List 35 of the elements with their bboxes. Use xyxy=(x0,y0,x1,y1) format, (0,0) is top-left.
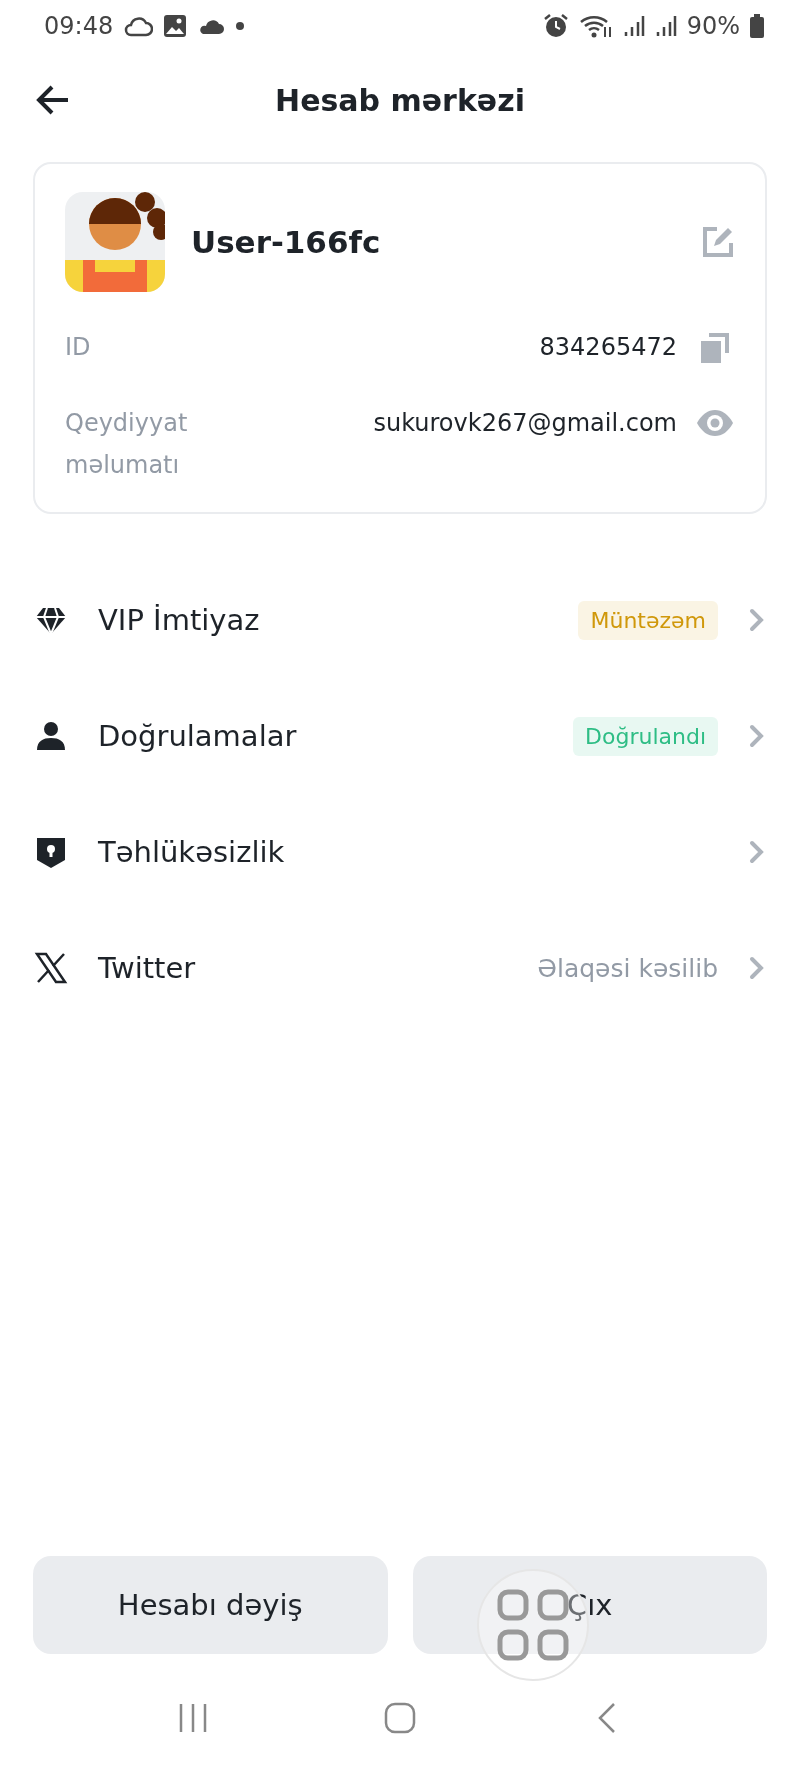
status-tag: Doğrulandı xyxy=(573,716,718,756)
switch-account-button[interactable]: Hesabı dəyiş xyxy=(33,1556,388,1654)
dot-icon xyxy=(235,21,246,31)
battery-icon xyxy=(750,14,764,38)
menu-item[interactable]: Doğrulamalar Doğrulandı xyxy=(0,678,800,794)
avatar-icon xyxy=(65,192,165,292)
user-name: User-166fc xyxy=(191,224,382,260)
field-label: ID xyxy=(65,332,92,363)
signal-icon xyxy=(622,14,645,38)
cloud-icon xyxy=(197,17,226,35)
field-value: 834265472 xyxy=(538,332,677,363)
signal-icon xyxy=(654,14,677,38)
person-icon xyxy=(34,719,68,753)
menu-item[interactable]: VIP İmtiyaz Müntəzəm xyxy=(0,562,800,678)
cloud-icon xyxy=(123,15,154,37)
status-tag: Əlaqəsi kəsilib xyxy=(537,946,718,990)
menu-item[interactable]: Twitter Əlaqəsi kəsilib xyxy=(0,910,800,1026)
page-title: Hesab mərkəzi xyxy=(275,82,525,118)
chevron-right-icon xyxy=(748,839,766,865)
chevron-right-icon xyxy=(748,607,766,633)
edit-button[interactable] xyxy=(701,225,735,259)
wifi-icon xyxy=(578,13,613,39)
x-logo-icon xyxy=(34,951,68,985)
gallery-icon xyxy=(163,14,188,38)
status-time: 09:48 xyxy=(44,12,114,40)
logout-button[interactable]: Çıx xyxy=(412,1556,767,1654)
field-label: Qeydiyyat məlumatı xyxy=(65,408,189,481)
field-value: sukurovk267@gmail.com xyxy=(372,408,677,439)
battery-percent: 90% xyxy=(686,12,740,40)
menu-item[interactable]: Təhlükəsizlik xyxy=(0,794,800,910)
chevron-right-icon xyxy=(748,955,766,981)
status-tag: Müntəzəm xyxy=(578,600,718,640)
alarm-icon xyxy=(542,13,569,39)
shield-lock-icon xyxy=(34,835,68,869)
chevron-right-icon xyxy=(748,723,766,749)
